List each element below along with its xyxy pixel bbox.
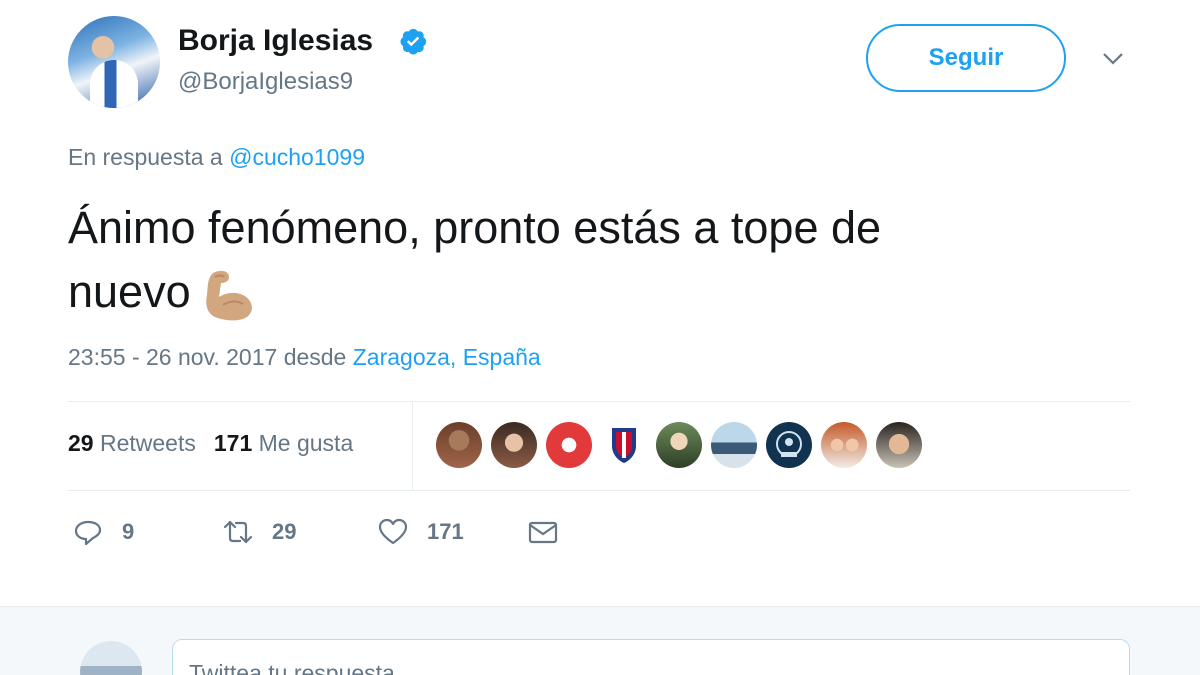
- retweet-icon: [223, 520, 253, 544]
- liker-avatars: [436, 422, 931, 468]
- reply-context: En respuesta a @cucho1099: [68, 144, 365, 171]
- likes-stat[interactable]: 171 Me gusta: [214, 430, 353, 456]
- heart-icon: [378, 518, 408, 545]
- follow-button[interactable]: Seguir: [866, 24, 1066, 92]
- reply-icon: [74, 520, 102, 546]
- divider-bottom: [68, 490, 1130, 491]
- tweet-metadata: 23:55 - 26 nov. 2017 desde Zaragoza, Esp…: [68, 344, 541, 371]
- like-action[interactable]: 171: [377, 516, 527, 548]
- tweet-location-link[interactable]: Zaragoza, España: [353, 344, 541, 370]
- tweet-text-line2: nuevo: [68, 266, 191, 317]
- tweet-timestamp[interactable]: 23:55 - 26 nov. 2017: [68, 344, 277, 370]
- retweet-action[interactable]: 29: [222, 516, 377, 548]
- verified-badge-icon: [400, 28, 427, 55]
- stats-divider: [412, 402, 413, 490]
- tweet-stats: 29 Retweets 171 Me gusta: [68, 430, 353, 457]
- direct-message-action[interactable]: [527, 516, 559, 548]
- liker-avatar[interactable]: [601, 422, 647, 468]
- reply-context-prefix: En respuesta a: [68, 144, 223, 170]
- current-user-avatar: [80, 641, 142, 675]
- reply-count: 9: [122, 519, 135, 544]
- reply-action[interactable]: 9: [72, 516, 222, 548]
- author-name[interactable]: Borja Iglesias: [178, 24, 373, 58]
- liker-avatar[interactable]: [491, 422, 537, 468]
- reply-mention-link[interactable]: @cucho1099: [229, 144, 365, 170]
- from-word: desde: [283, 344, 347, 370]
- liker-avatar[interactable]: [766, 422, 812, 468]
- retweet-count: 29: [272, 519, 297, 544]
- envelope-icon: [528, 521, 558, 544]
- divider-top: [68, 401, 1130, 402]
- retweets-stat[interactable]: 29 Retweets: [68, 430, 196, 456]
- tweet-text-line1: Ánimo fenómeno, pronto estás a tope de: [68, 202, 882, 253]
- reply-composer: Twittea tu respuesta: [0, 606, 1200, 675]
- author-avatar[interactable]: [68, 16, 160, 108]
- liker-avatar[interactable]: [711, 422, 757, 468]
- tweet-text: Ánimo fenómeno, pronto estás a tope de n…: [68, 196, 1108, 324]
- liker-avatar[interactable]: [436, 422, 482, 468]
- chevron-down-icon[interactable]: [1100, 48, 1126, 68]
- liker-avatar[interactable]: [656, 422, 702, 468]
- like-count: 171: [427, 519, 464, 544]
- liker-avatar[interactable]: [876, 422, 922, 468]
- tweet-actions: 9 29 171: [72, 516, 559, 548]
- flexed-biceps-emoji-icon: [205, 271, 252, 321]
- liker-avatar[interactable]: [546, 422, 592, 468]
- reply-input[interactable]: Twittea tu respuesta: [172, 639, 1130, 675]
- author-handle[interactable]: @BorjaIglesias9: [178, 68, 353, 96]
- liker-avatar[interactable]: [821, 422, 867, 468]
